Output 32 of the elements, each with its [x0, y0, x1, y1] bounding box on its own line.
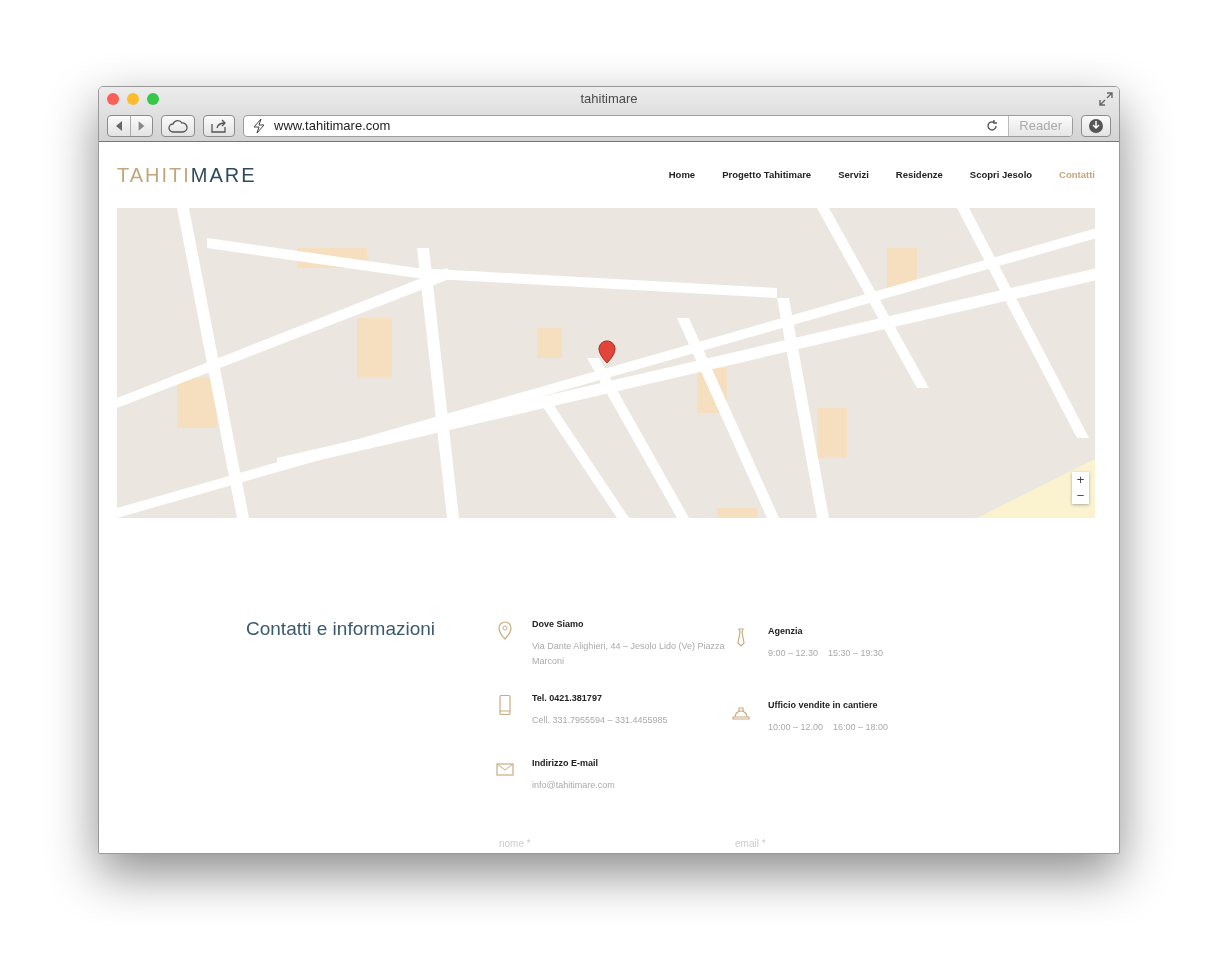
back-forward-buttons[interactable] — [107, 115, 153, 137]
contact-detail: 10:00 – 12.00 16:00 – 18:00 — [768, 720, 889, 734]
nav-link[interactable]: Progetto Tahitimare — [722, 167, 812, 183]
contact-heading: Tel. 0421.381797 — [532, 692, 603, 705]
logo[interactable]: TAHITI MARE — [117, 160, 257, 190]
download-button[interactable] — [1081, 115, 1111, 137]
location-pin-icon — [496, 620, 514, 641]
nav-link[interactable]: Servizi — [838, 167, 869, 183]
smartphone-icon — [496, 694, 514, 715]
download-icon — [1088, 118, 1104, 134]
contact-detail: Via Dante Alighieri, 44 – Jesolo Lido (Ve) Piazza Marconi — [532, 639, 726, 669]
address-field[interactable]: www.tahitimare.com Reader — [243, 115, 1073, 137]
fullscreen-icon[interactable] — [1099, 92, 1113, 106]
contact-heading: Ufficio vendite in cantiere — [768, 699, 879, 712]
share-icon — [210, 119, 228, 133]
cloud-button[interactable] — [161, 115, 195, 137]
contact-heading: Indirizzo E-mail — [532, 757, 599, 771]
zoom-in-button[interactable]: + — [1072, 472, 1089, 488]
contact-detail: Cell. 331.7955594 – 331.4455985 — [532, 713, 668, 727]
contact-detail: info@tahitimare.com — [532, 778, 615, 792]
close-button[interactable] — [107, 93, 119, 105]
share-button[interactable] — [203, 115, 235, 137]
contact-heading: Agenzia — [768, 625, 804, 638]
nav-link[interactable]: Residenze — [895, 167, 943, 183]
cloud-icon — [168, 119, 188, 133]
nav-link[interactable]: Home — [668, 167, 696, 183]
contact-detail: 9:00 – 12.30 15:30 – 19:30 — [768, 646, 884, 660]
zoom-out-button[interactable]: − — [1072, 488, 1089, 504]
contact-heading: Dove Siamo — [532, 618, 585, 631]
section-title: Contatti e informazioni — [246, 618, 437, 641]
window-title: tahitimare — [580, 90, 638, 108]
nav-link[interactable]: Scopri Jesolo — [969, 167, 1033, 183]
